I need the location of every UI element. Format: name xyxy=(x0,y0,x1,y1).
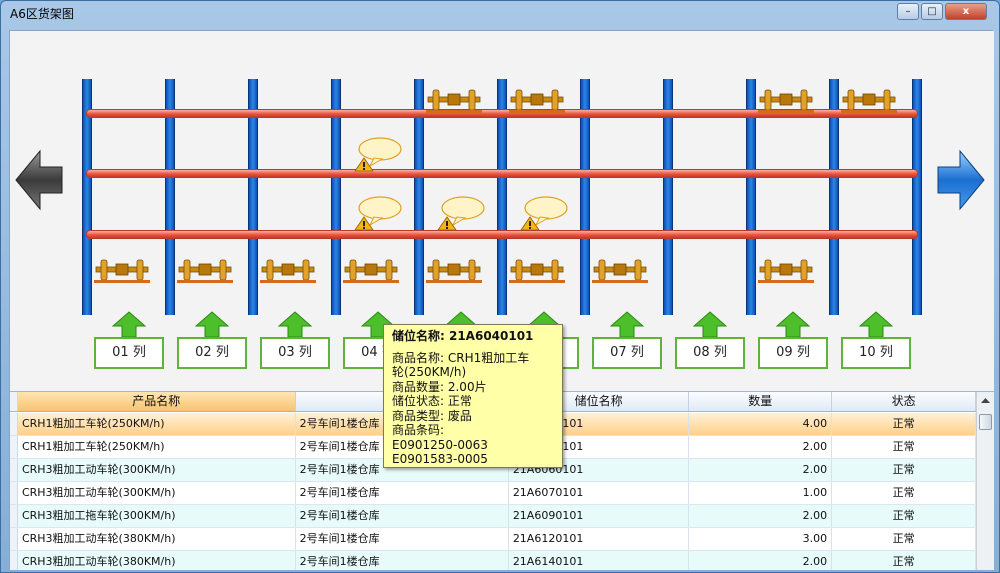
scroll-up-icon[interactable] xyxy=(980,396,991,404)
cell-location: 21A6090101 xyxy=(509,505,690,527)
cell-status: 正常 xyxy=(832,436,976,458)
row-indicator-header xyxy=(10,392,18,411)
title-bar: A6区货架图 – □ x xyxy=(1,1,1000,25)
column-button-10[interactable]: 10 列 xyxy=(841,337,911,369)
row-indicator[interactable] xyxy=(10,551,18,570)
column-button-01[interactable]: 01 列 xyxy=(94,337,164,369)
cell-name: CRH3粗加工拖车轮(300KM/h) xyxy=(18,505,296,527)
cell-qty: 2.00 xyxy=(689,505,833,527)
column-header-product-name[interactable]: 产品名称 xyxy=(17,392,296,411)
cell-status: 正常 xyxy=(832,551,976,570)
cell-name: CRH1粗加工车轮(250KM/h) xyxy=(18,436,296,458)
column-up-arrow-icon[interactable] xyxy=(610,311,644,338)
cell-status: 正常 xyxy=(832,413,976,435)
wheel-item-icon[interactable] xyxy=(592,256,648,284)
cell-name: CRH3粗加工动车轮(300KM/h) xyxy=(18,459,296,481)
previous-area-arrow-icon[interactable] xyxy=(14,149,64,211)
cell-name: CRH1粗加工车轮(250KM/h) xyxy=(18,413,296,435)
cell-status: 正常 xyxy=(832,482,976,504)
cell-warehouse: 2号车间1楼仓库 xyxy=(296,505,509,527)
tooltip-line: 轮(250KM/h) xyxy=(392,365,467,379)
column-button-07[interactable]: 07 列 xyxy=(592,337,662,369)
wheel-item-icon[interactable] xyxy=(841,86,897,114)
warning-callout-icon[interactable] xyxy=(352,136,402,172)
row-indicator[interactable] xyxy=(10,482,18,504)
column-button-09[interactable]: 09 列 xyxy=(758,337,828,369)
cell-warehouse: 2号车间1楼仓库 xyxy=(296,482,509,504)
close-button[interactable]: x xyxy=(945,3,987,20)
column-button-02[interactable]: 02 列 xyxy=(177,337,247,369)
next-area-arrow-icon[interactable] xyxy=(936,149,986,211)
tooltip-line: 储位状态: 正常 xyxy=(392,394,472,408)
app-window: A6区货架图 – □ x 01 列02 列03 列04 列05 列06 列07 … xyxy=(0,0,1000,573)
tooltip-line: E0901583-0005 xyxy=(392,452,488,466)
column-button-03[interactable]: 03 列 xyxy=(260,337,330,369)
wheel-item-icon[interactable] xyxy=(343,256,399,284)
wheel-item-icon[interactable] xyxy=(177,256,233,284)
column-up-arrow-icon[interactable] xyxy=(195,311,229,338)
cell-name: CRH3粗加工动车轮(380KM/h) xyxy=(18,551,296,570)
window-title: A6区货架图 xyxy=(10,7,74,21)
cell-location: 21A6120101 xyxy=(509,528,690,550)
tooltip-line: 商品条码: xyxy=(392,423,445,437)
rack-shelf-beam xyxy=(86,230,918,239)
cell-qty: 2.00 xyxy=(689,436,833,458)
column-header-status[interactable]: 状态 xyxy=(832,392,976,411)
table-row[interactable]: CRH3粗加工动车轮(380KM/h) 2号车间1楼仓库 21A6140101 2.0… xyxy=(10,551,976,570)
rack-shelf-beam xyxy=(86,169,918,178)
cell-status: 正常 xyxy=(832,505,976,527)
column-up-arrow-icon[interactable] xyxy=(278,311,312,338)
cell-name: CRH3粗加工动车轮(380KM/h) xyxy=(18,528,296,550)
column-up-arrow-icon[interactable] xyxy=(776,311,810,338)
cell-qty: 4.00 xyxy=(689,413,833,435)
table-row[interactable]: CRH3粗加工动车轮(380KM/h) 2号车间1楼仓库 21A6120101 3.0… xyxy=(10,528,976,551)
wheel-item-icon[interactable] xyxy=(94,256,150,284)
client-area: 01 列02 列03 列04 列05 列06 列07 列08 列09 列10 列… xyxy=(9,30,994,570)
cell-qty: 2.00 xyxy=(689,551,833,570)
cell-warehouse: 2号车间1楼仓库 xyxy=(296,528,509,550)
row-indicator[interactable] xyxy=(10,459,18,481)
table-row[interactable]: CRH3粗加工拖车轮(300KM/h) 2号车间1楼仓库 21A6090101 2.0… xyxy=(10,505,976,528)
tooltip-line: 商品数量: 2.00片 xyxy=(392,379,487,394)
warning-callout-icon[interactable] xyxy=(352,195,402,231)
wheel-item-icon[interactable] xyxy=(426,256,482,284)
wheel-item-icon[interactable] xyxy=(260,256,316,284)
location-tooltip: 储位名称: 21A6040101 商品名称: CRH1粗加工车 轮(250KM/h… xyxy=(383,324,563,468)
wheel-item-icon[interactable] xyxy=(758,256,814,284)
wheel-item-icon[interactable] xyxy=(426,86,482,114)
column-header-quantity[interactable]: 数量 xyxy=(689,392,833,411)
column-up-arrow-icon[interactable] xyxy=(112,311,146,338)
cell-name: CRH3粗加工动车轮(300KM/h) xyxy=(18,482,296,504)
maximize-button[interactable]: □ xyxy=(921,3,943,20)
cell-qty: 2.00 xyxy=(689,459,833,481)
minimize-button[interactable]: – xyxy=(897,3,919,20)
tooltip-title: 储位名称: 21A6040101 xyxy=(392,329,534,343)
cell-location: 21A6070101 xyxy=(509,482,690,504)
cell-qty: 1.00 xyxy=(689,482,833,504)
scrollbar-thumb[interactable] xyxy=(979,414,992,430)
cell-qty: 3.00 xyxy=(689,528,833,550)
warning-callout-icon[interactable] xyxy=(518,195,568,231)
table-row[interactable]: CRH3粗加工动车轮(300KM/h) 2号车间1楼仓库 21A6070101 1.0… xyxy=(10,482,976,505)
row-indicator[interactable] xyxy=(10,505,18,527)
row-indicator[interactable] xyxy=(10,528,18,550)
column-button-08[interactable]: 08 列 xyxy=(675,337,745,369)
wheel-item-icon[interactable] xyxy=(509,86,565,114)
warning-callout-icon[interactable] xyxy=(435,195,485,231)
row-indicator[interactable] xyxy=(10,413,18,435)
tooltip-line: 商品名称: CRH1粗加工车 xyxy=(392,350,530,365)
cell-location: 21A6140101 xyxy=(509,551,690,570)
column-up-arrow-icon[interactable] xyxy=(693,311,727,338)
column-up-arrow-icon[interactable] xyxy=(859,311,893,338)
row-indicator[interactable] xyxy=(10,436,18,458)
tooltip-line: 商品类型: 废品 xyxy=(392,408,472,423)
cell-warehouse: 2号车间1楼仓库 xyxy=(296,551,509,570)
tooltip-line: E0901250-0063 xyxy=(392,437,488,452)
cell-status: 正常 xyxy=(832,459,976,481)
cell-status: 正常 xyxy=(832,528,976,550)
wheel-item-icon[interactable] xyxy=(758,86,814,114)
vertical-scrollbar[interactable] xyxy=(976,392,994,570)
wheel-item-icon[interactable] xyxy=(509,256,565,284)
